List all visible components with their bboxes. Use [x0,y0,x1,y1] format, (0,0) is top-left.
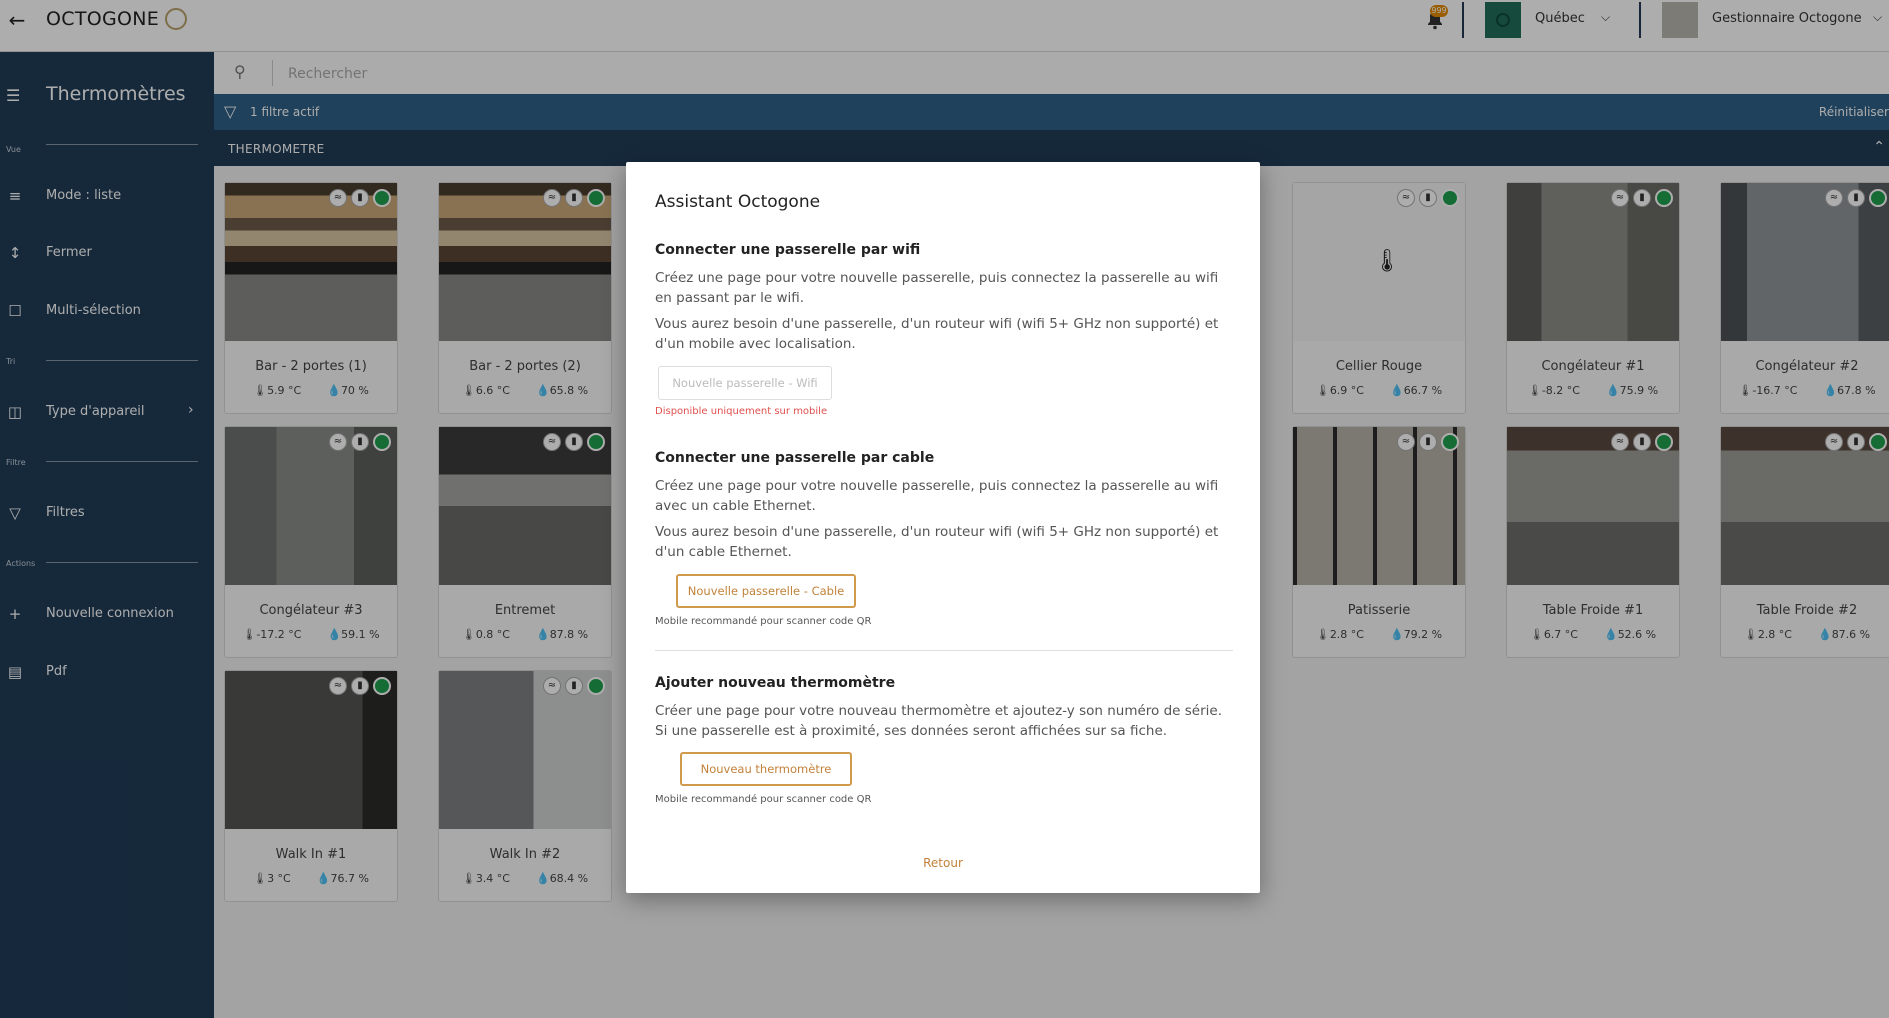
thermometer-heading: Ajouter nouveau thermomètre [655,675,896,691]
cable-requirements: Vous aurez besoin d'une passerelle, d'un… [655,524,1219,560]
thermometer-description: Créer une page pour votre nouveau thermo… [655,703,1222,739]
cable-description: Créez une page pour votre nouvelle passe… [655,478,1219,514]
cable-note: Mobile recommandé pour scanner code QR [655,616,872,627]
wifi-description: Créez une page pour votre nouvelle passe… [655,270,1219,306]
dialog-title: Assistant Octogone [655,192,821,212]
cable-heading: Connecter une passerelle par cable [655,450,935,466]
wifi-heading: Connecter une passerelle par wifi [655,242,921,258]
assistant-dialog: Assistant Octogone Connecter une passere… [626,162,1260,893]
wifi-requirements: Vous aurez besoin d'une passerelle, d'un… [655,316,1219,352]
new-gateway-wifi-button[interactable]: Nouvelle passerelle - Wifi [658,366,832,400]
divider [655,650,1233,651]
new-gateway-cable-button[interactable]: Nouvelle passerelle - Cable [676,574,856,608]
thermometer-note: Mobile recommandé pour scanner code QR [655,794,872,805]
back-button[interactable]: Retour [626,856,1260,870]
new-thermometer-button[interactable]: Nouveau thermomètre [680,752,852,786]
wifi-error-text: Disponible uniquement sur mobile [655,406,828,417]
